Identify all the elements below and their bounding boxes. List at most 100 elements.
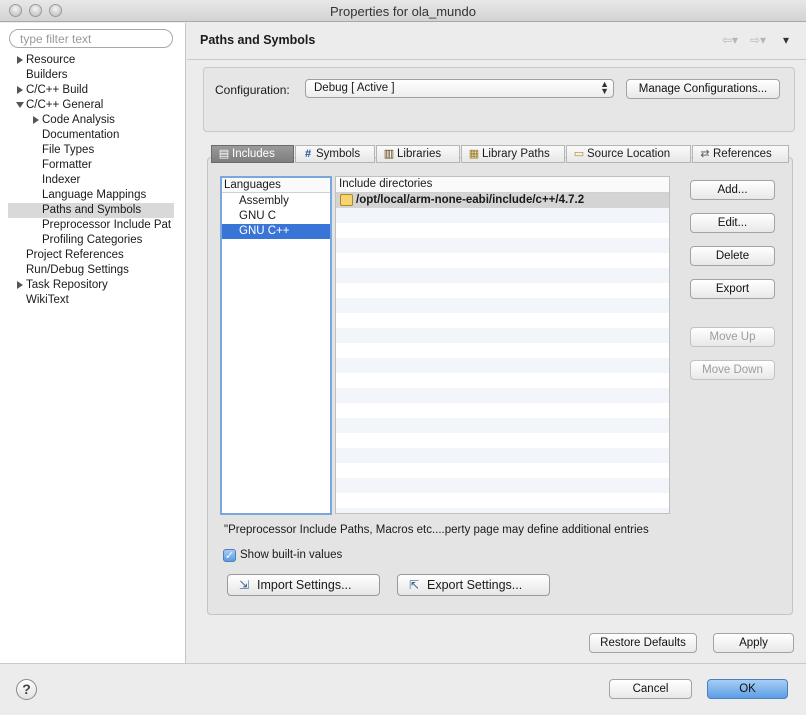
configuration-select[interactable]: Debug [ Active ] ▲ ▼ xyxy=(305,79,614,98)
include-rows: /opt/local/arm-none-eabi/include/c++/4.7… xyxy=(336,193,669,513)
tree-item-cpp-build[interactable]: C/C++ Build xyxy=(17,83,177,98)
tree-item-label: Code Analysis xyxy=(42,114,115,126)
table-row-empty xyxy=(336,478,669,493)
manage-configurations-button[interactable]: Manage Configurations... xyxy=(626,79,780,99)
export-settings-label: Export Settings... xyxy=(427,578,523,592)
show-builtin-checkbox[interactable]: ✓ xyxy=(223,549,236,562)
include-directories-table[interactable]: Include directories /opt/local/arm-none-… xyxy=(335,176,670,514)
include-directories-header: Include directories xyxy=(336,177,669,193)
tree-item-indexer[interactable]: Indexer xyxy=(42,173,80,188)
language-item-gnu-c[interactable]: GNU C xyxy=(222,209,330,224)
tree-item-formatter[interactable]: Formatter xyxy=(42,158,92,173)
tree-item-run-debug-settings[interactable]: Run/Debug Settings xyxy=(26,263,129,278)
tree-item-label: Resource xyxy=(26,54,76,66)
languages-list[interactable]: Languages Assembly GNU C GNU C++ xyxy=(220,176,332,515)
references-icon: ⇄ xyxy=(700,148,710,160)
import-settings-label: Import Settings... xyxy=(257,578,352,592)
tree-item-documentation[interactable]: Documentation xyxy=(42,128,119,143)
tab-label: Includes xyxy=(232,148,275,160)
tree-item-language-mappings[interactable]: Language Mappings xyxy=(42,188,146,203)
expand-arrow-icon[interactable] xyxy=(17,56,23,64)
table-row-empty xyxy=(336,253,669,268)
table-row-empty xyxy=(336,388,669,403)
add-button[interactable]: Add... xyxy=(690,180,775,200)
tree-item-cpp-general[interactable]: C/C++ General xyxy=(16,98,177,113)
window-title: Properties for ola_mundo xyxy=(330,4,476,19)
languages-header: Languages xyxy=(222,178,330,193)
tree-item-paths-and-symbols[interactable]: Paths and Symbols xyxy=(8,203,174,218)
view-menu-icon[interactable]: ▾ xyxy=(783,33,789,47)
info-note: "Preprocessor Include Paths, Macros etc.… xyxy=(224,524,649,536)
tree-item-project-references[interactable]: Project References xyxy=(26,248,124,263)
back-arrow-icon[interactable]: ⇦▾ xyxy=(722,33,738,47)
tab-label: References xyxy=(713,148,772,160)
tree-item-file-types[interactable]: File Types xyxy=(42,143,94,158)
table-row-empty xyxy=(336,508,669,513)
table-row-empty xyxy=(336,298,669,313)
tab-libraries[interactable]: ▥ Libraries xyxy=(376,145,460,163)
collapse-arrow-icon[interactable] xyxy=(16,102,24,108)
page-header: Paths and Symbols ⇦▾ ⇨▾ ▾ xyxy=(187,23,806,60)
configuration-label: Configuration: xyxy=(215,83,290,97)
show-builtin-label: Show built-in values xyxy=(240,549,343,561)
include-folder-icon xyxy=(340,194,353,206)
sidebar: type filter text Resource Builders C/C++… xyxy=(0,23,186,663)
tree-item-label: C/C++ General xyxy=(26,99,104,111)
table-row-empty xyxy=(336,403,669,418)
filter-input[interactable]: type filter text xyxy=(9,29,173,48)
tree-item-builders[interactable]: Builders xyxy=(26,68,68,83)
tab-label: Symbols xyxy=(316,148,361,160)
forward-arrow-icon[interactable]: ⇨▾ xyxy=(750,33,766,47)
tree-item-preprocessor-include[interactable]: Preprocessor Include Pat xyxy=(42,218,171,233)
tab-label: Library Paths xyxy=(482,148,550,160)
language-item-assembly[interactable]: Assembly xyxy=(222,194,330,209)
move-down-button[interactable]: Move Down xyxy=(690,360,775,380)
tree-item-resource[interactable]: Resource xyxy=(17,53,177,68)
delete-button[interactable]: Delete xyxy=(690,246,775,266)
move-up-button[interactable]: Move Up xyxy=(690,327,775,347)
hash-icon: # xyxy=(304,148,312,160)
tree-item-label: Task Repository xyxy=(26,279,108,291)
include-path: /opt/local/arm-none-eabi/include/c++/4.7… xyxy=(356,194,585,206)
tab-library-paths[interactable]: ▦ Library Paths xyxy=(461,145,565,163)
expand-arrow-icon[interactable] xyxy=(17,281,23,289)
expand-arrow-icon[interactable] xyxy=(33,116,39,124)
edit-button[interactable]: Edit... xyxy=(690,213,775,233)
title-bar: Properties for ola_mundo xyxy=(0,0,806,22)
ok-button[interactable]: OK xyxy=(707,679,788,699)
tab-includes[interactable]: ▤ Includes xyxy=(211,145,294,163)
table-row-empty xyxy=(336,313,669,328)
tab-symbols[interactable]: # Symbols xyxy=(295,145,375,163)
table-row-empty xyxy=(336,208,669,223)
help-icon[interactable]: ? xyxy=(16,679,37,700)
restore-defaults-button[interactable]: Restore Defaults xyxy=(589,633,697,653)
includes-icon: ▤ xyxy=(218,148,230,160)
export-settings-button[interactable]: ⇱ Export Settings... xyxy=(397,574,550,596)
table-row-empty xyxy=(336,493,669,508)
tab-label: Source Location xyxy=(587,148,671,160)
tree-item-profiling-categories[interactable]: Profiling Categories xyxy=(42,233,142,248)
export-button[interactable]: Export xyxy=(690,279,775,299)
table-row-empty xyxy=(336,433,669,448)
table-row-empty xyxy=(336,268,669,283)
table-row-empty xyxy=(336,283,669,298)
import-settings-button[interactable]: ⇲ Import Settings... xyxy=(227,574,380,596)
tree-item-code-analysis[interactable]: Code Analysis xyxy=(33,113,173,128)
apply-button[interactable]: Apply xyxy=(713,633,794,653)
library-paths-icon: ▦ xyxy=(468,148,480,160)
table-row-empty xyxy=(336,418,669,433)
tab-references[interactable]: ⇄ References xyxy=(692,145,789,163)
table-row-empty xyxy=(336,238,669,253)
expand-arrow-icon[interactable] xyxy=(17,86,23,94)
tree-item-wikitext[interactable]: WikiText xyxy=(26,293,69,308)
table-row[interactable]: /opt/local/arm-none-eabi/include/c++/4.7… xyxy=(336,193,669,208)
tab-source-location[interactable]: ▭ Source Location xyxy=(566,145,691,163)
tab-label: Libraries xyxy=(397,148,442,160)
source-folder-icon: ▭ xyxy=(573,148,585,160)
table-row-empty xyxy=(336,358,669,373)
tree-item-task-repository[interactable]: Task Repository xyxy=(17,278,177,293)
language-item-gnu-cpp[interactable]: GNU C++ xyxy=(222,224,330,239)
page-title: Paths and Symbols xyxy=(200,33,316,47)
updown-arrows-icon: ▲ ▼ xyxy=(600,79,609,96)
cancel-button[interactable]: Cancel xyxy=(609,679,692,699)
